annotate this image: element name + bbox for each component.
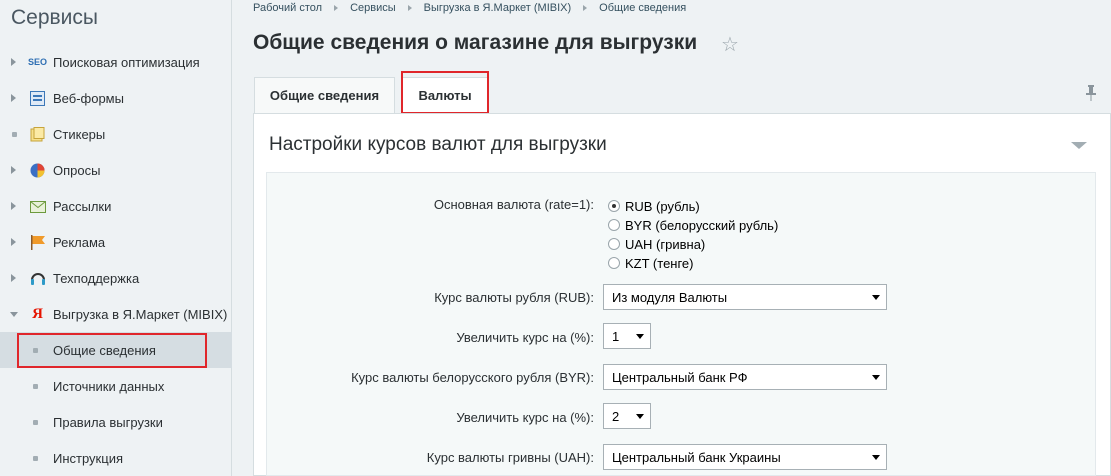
- radio-button[interactable]: [608, 238, 620, 250]
- bullet-icon: [33, 383, 38, 389]
- yandex-icon: Я: [32, 305, 43, 322]
- sidebar-item-label: Рассылки: [53, 198, 112, 214]
- sidebar-subitem-export-rules[interactable]: Правила выгрузки: [0, 404, 232, 440]
- breadcrumb-item[interactable]: Рабочий стол: [253, 2, 322, 14]
- sidebar-item-label: Реклама: [53, 234, 106, 250]
- sidebar-item-label: Опросы: [53, 162, 101, 178]
- tab-label: Общие сведения: [269, 88, 380, 103]
- sidebar-item-label: Техподдержка: [53, 270, 140, 286]
- rub-increase-label: Увеличить курс на (%):: [456, 330, 594, 345]
- radio-kzt[interactable]: KZT (тенге): [608, 255, 694, 271]
- breadcrumb-separator-icon: [407, 5, 412, 11]
- select-value: Из модуля Валюты: [612, 289, 728, 305]
- byr-increase-label: Увеличить курс на (%):: [456, 410, 594, 425]
- webforms-icon: [29, 90, 46, 107]
- radio-button[interactable]: [608, 219, 620, 231]
- sidebar-subitem-label: Инструкция: [53, 450, 123, 466]
- tab-general-info[interactable]: Общие сведения: [254, 77, 395, 113]
- select-value: 1: [612, 328, 620, 344]
- byr-increase-select[interactable]: 2: [603, 403, 651, 429]
- expand-arrow-icon[interactable]: [11, 58, 16, 66]
- expand-arrow-icon[interactable]: [11, 238, 16, 246]
- base-currency-label: Основная валюта (rate=1):: [433, 197, 594, 212]
- breadcrumb-item[interactable]: Сервисы: [350, 2, 396, 14]
- polls-icon: [29, 162, 46, 179]
- sidebar-item-label: Поисковая оптимизация: [53, 54, 200, 70]
- page-title: Общие сведения о магазине для выгрузки: [253, 31, 698, 54]
- sidebar-item-label: Выгрузка в Я.Маркет (MIBIX): [53, 306, 228, 322]
- expand-arrow-icon[interactable]: [11, 202, 16, 210]
- byr-rate-select[interactable]: Центральный банк РФ: [603, 364, 887, 390]
- chevron-down-icon: [872, 375, 880, 380]
- breadcrumb-item[interactable]: Выгрузка в Я.Маркет (MIBIX): [424, 2, 572, 14]
- breadcrumb-item[interactable]: Общие сведения: [599, 2, 686, 14]
- sidebar-item-yandex-market[interactable]: Я Выгрузка в Я.Маркет (MIBIX): [0, 296, 232, 332]
- sidebar-item-label: Стикеры: [53, 126, 106, 142]
- pin-icon[interactable]: [1085, 85, 1097, 104]
- stickers-icon: [29, 126, 46, 143]
- chevron-down-icon: [872, 455, 880, 460]
- sidebar-title: Сервисы: [11, 6, 99, 29]
- advertising-icon: [29, 234, 46, 251]
- rub-rate-select[interactable]: Из модуля Валюты: [603, 284, 887, 310]
- highlight-box: [401, 71, 489, 114]
- favorite-star-icon[interactable]: ☆: [721, 32, 739, 57]
- sidebar: Сервисы SEO Поисковая оптимизация Веб-фо…: [0, 0, 232, 476]
- sidebar-subitem-data-sources[interactable]: Источники данных: [0, 368, 232, 404]
- breadcrumb-separator-icon: [334, 5, 339, 11]
- uah-rate-label: Курс валюты гривны (UAH):: [426, 450, 594, 465]
- section-title: Настройки курсов валют для выгрузки: [269, 134, 607, 155]
- rub-rate-label: Курс валюты рубля (RUB):: [434, 290, 594, 305]
- breadcrumb-separator-icon: [583, 5, 588, 11]
- sidebar-item-mailing[interactable]: Рассылки: [0, 188, 232, 224]
- sidebar-item-webforms[interactable]: Веб-формы: [0, 80, 232, 116]
- select-value: Центральный банк РФ: [612, 369, 748, 385]
- radio-button[interactable]: [608, 257, 620, 269]
- bullet-icon: [33, 455, 38, 461]
- sidebar-item-label: Веб-формы: [53, 90, 124, 106]
- collapse-section-icon[interactable]: [1071, 142, 1087, 149]
- sidebar-item-seo[interactable]: SEO Поисковая оптимизация: [0, 44, 232, 80]
- radio-button[interactable]: [608, 200, 620, 212]
- sidebar-item-support[interactable]: Техподдержка: [0, 260, 232, 296]
- expand-arrow-icon[interactable]: [11, 274, 16, 282]
- sidebar-item-polls[interactable]: Опросы: [0, 152, 232, 188]
- support-icon: [29, 270, 46, 287]
- rub-increase-select[interactable]: 1: [603, 323, 651, 349]
- sidebar-subitem-label: Источники данных: [53, 378, 165, 394]
- radio-uah[interactable]: UAH (гривна): [608, 236, 705, 252]
- radio-label: BYR (белорусский рубль): [625, 217, 779, 233]
- chevron-down-icon: [636, 334, 644, 339]
- sidebar-item-stickers[interactable]: Стикеры: [0, 116, 232, 152]
- breadcrumb: Рабочий стол Сервисы Выгрузка в Я.Маркет…: [253, 1, 686, 15]
- uah-rate-select[interactable]: Центральный банк Украины: [603, 444, 887, 470]
- sidebar-subitem-instructions[interactable]: Инструкция: [0, 440, 232, 476]
- seo-icon: SEO: [28, 57, 48, 67]
- byr-rate-label: Курс валюты белорусского рубля (BYR):: [351, 370, 594, 385]
- sidebar-item-advertising[interactable]: Реклама: [0, 224, 232, 260]
- sidebar-subitem-label: Правила выгрузки: [53, 414, 163, 430]
- radio-byr[interactable]: BYR (белорусский рубль): [608, 217, 778, 233]
- expand-arrow-icon[interactable]: [11, 94, 16, 102]
- radio-label: RUB (рубль): [625, 198, 700, 214]
- collapse-arrow-icon[interactable]: [10, 311, 18, 317]
- mailing-icon: [29, 198, 46, 215]
- select-value: 2: [612, 408, 620, 424]
- chevron-down-icon: [872, 295, 880, 300]
- expand-arrow-icon[interactable]: [11, 166, 16, 174]
- bullet-icon: [33, 419, 38, 425]
- radio-label: UAH (гривна): [625, 236, 706, 252]
- radio-label: KZT (тенге): [625, 255, 694, 271]
- chevron-down-icon: [636, 414, 644, 419]
- radio-rub[interactable]: RUB (рубль): [608, 198, 700, 214]
- bullet-icon: [12, 131, 17, 137]
- select-value: Центральный банк Украины: [612, 449, 781, 465]
- highlight-box: [17, 333, 207, 368]
